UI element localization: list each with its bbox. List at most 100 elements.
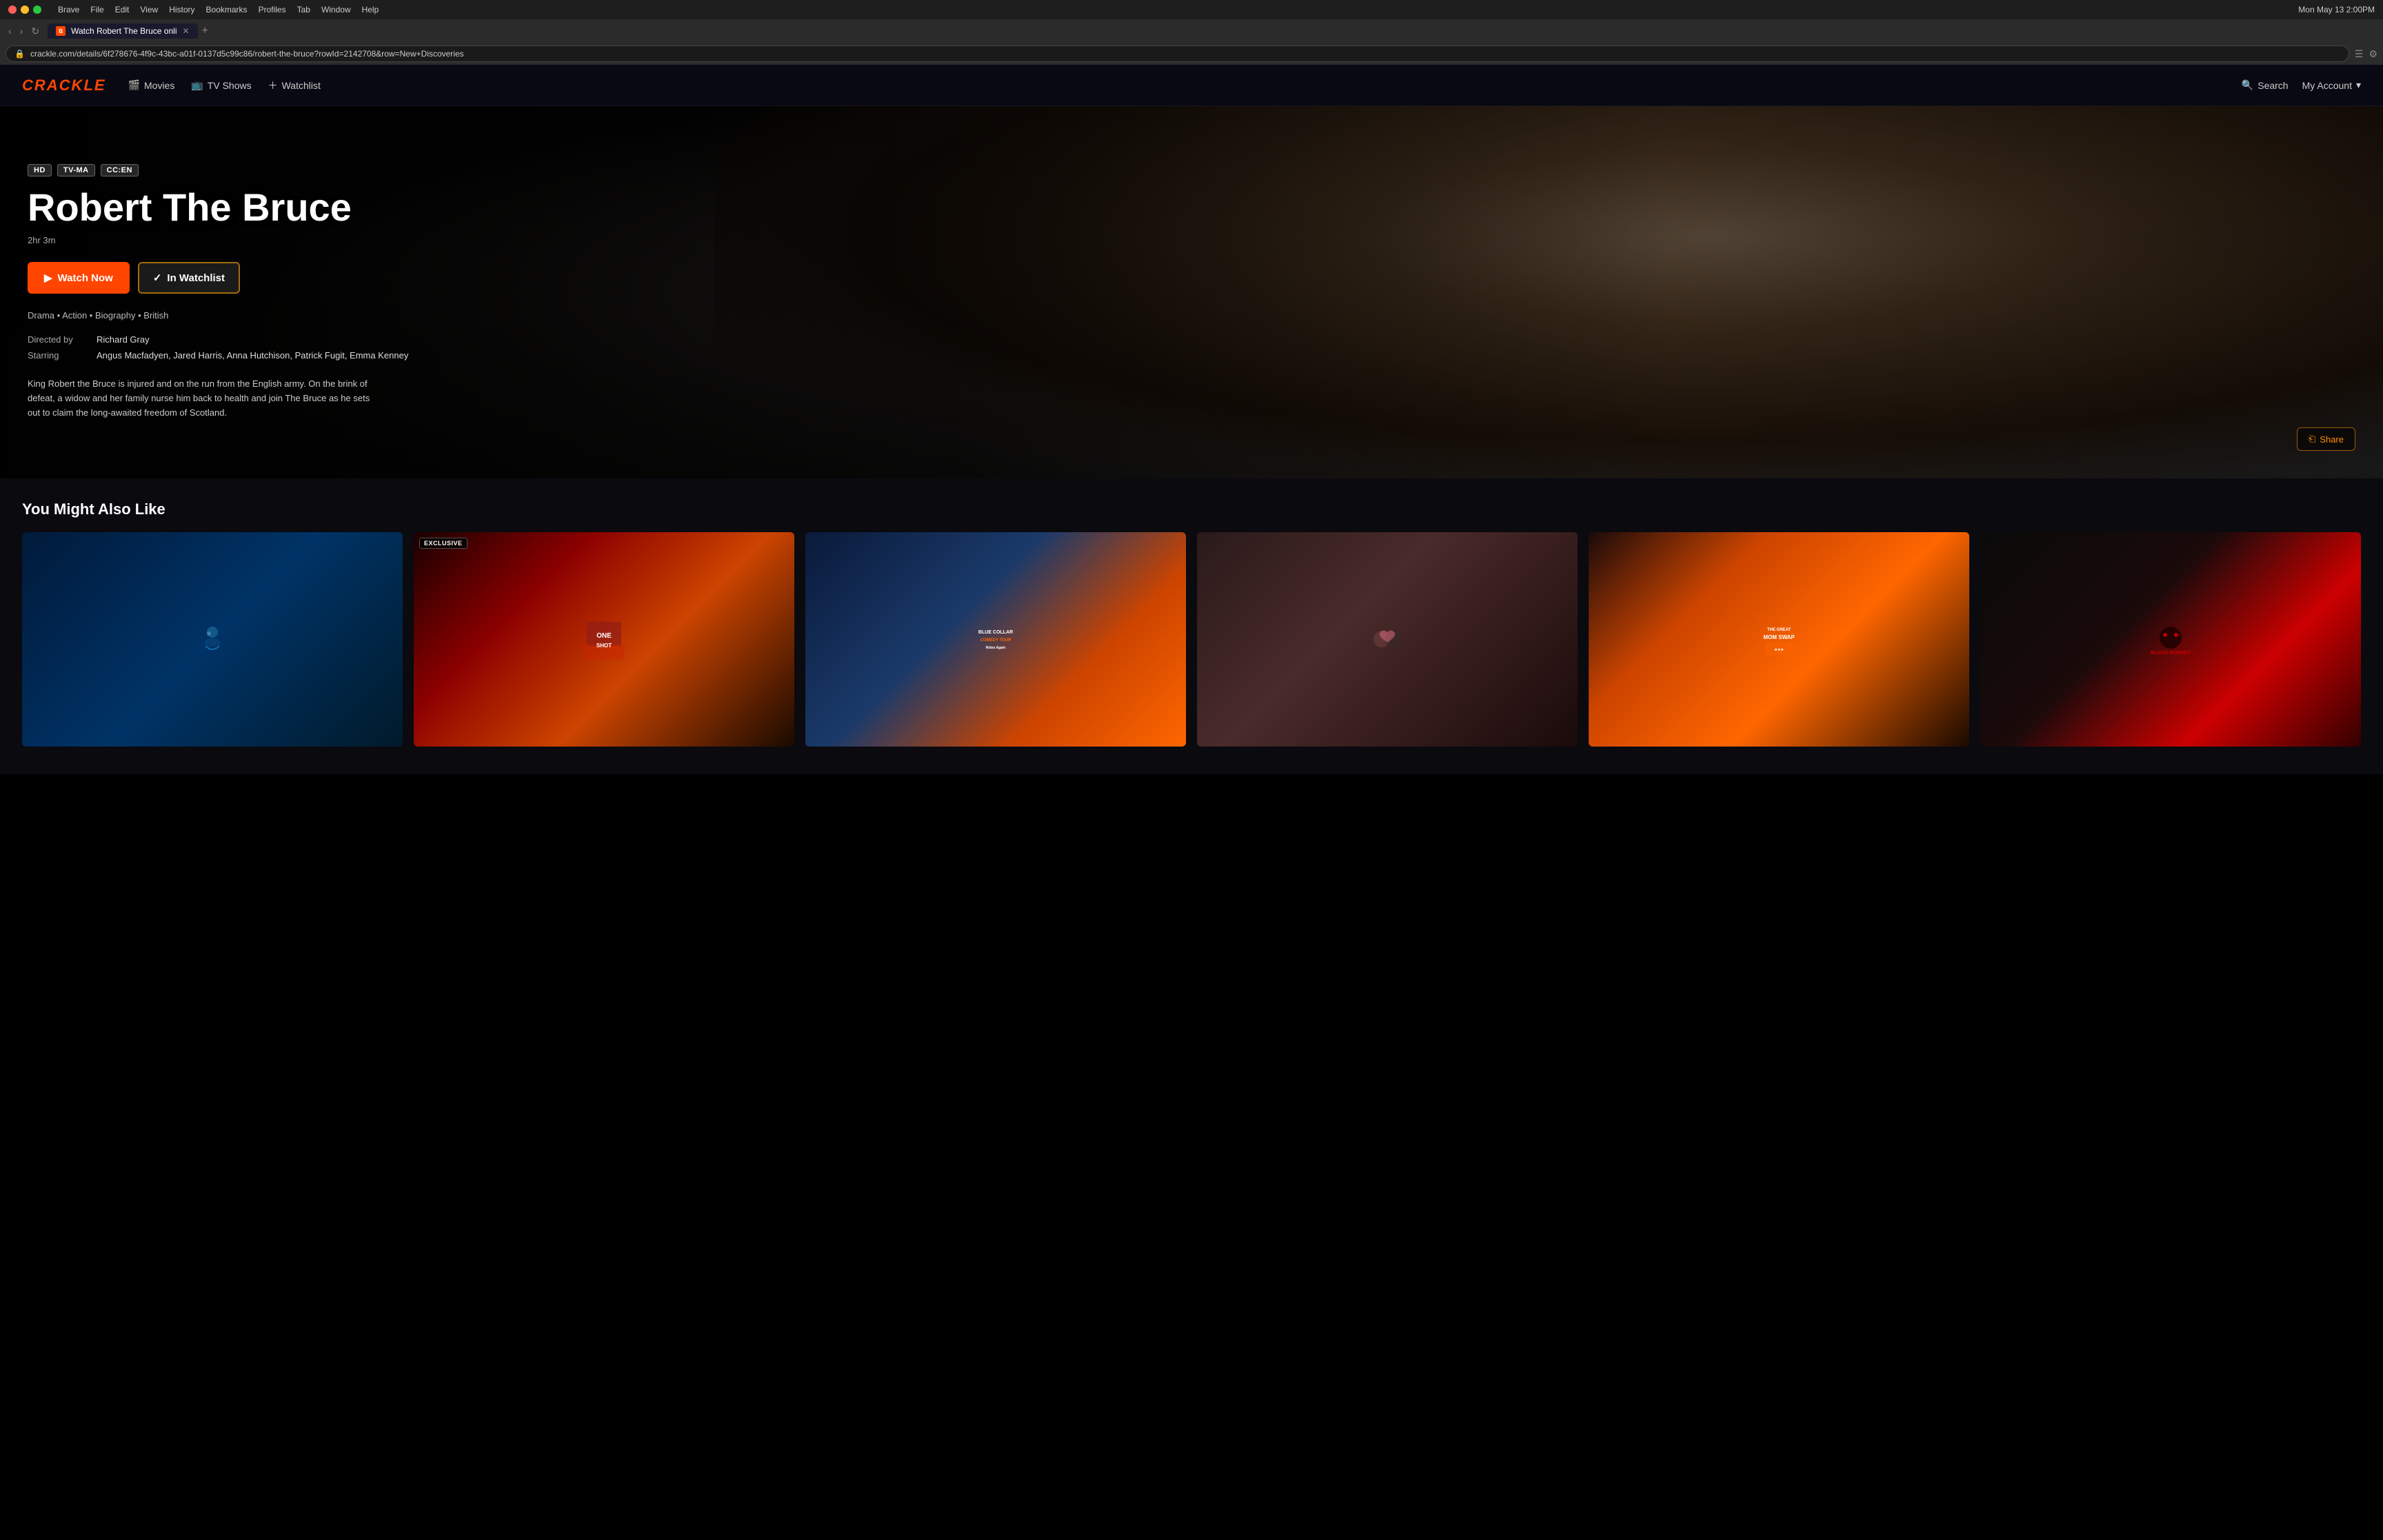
hero-buttons: ▶ Watch Now ✓ In Watchlist	[28, 262, 1283, 294]
menu-window[interactable]: Window	[321, 5, 351, 14]
card-image-4	[1197, 532, 1578, 747]
url-display[interactable]: crackle.com/details/6f278676-4f9c-43bc-a…	[30, 49, 2340, 59]
movie-card-1[interactable]	[22, 532, 403, 747]
address-bar[interactable]: 🔒 crackle.com/details/6f278676-4f9c-43bc…	[6, 45, 2349, 62]
card-image-3: BLUE COLLAR COMEDY TOUR Rides Again	[805, 532, 1186, 747]
menu-history[interactable]: History	[169, 5, 194, 14]
starring-label: Starring	[28, 350, 97, 361]
movie-card-6[interactable]: BLOOD MONKEY	[1980, 532, 2361, 747]
tab-close-icon[interactable]: ✕	[182, 26, 189, 36]
romance-thumbnail	[1367, 618, 1408, 660]
lock-icon: 🔒	[14, 49, 25, 59]
back-button[interactable]: ‹	[6, 24, 14, 39]
starring-row: Starring Angus Macfadyen, Jared Harris, …	[28, 350, 1283, 361]
crackle-logo[interactable]: CRACKLE	[22, 77, 106, 94]
search-button[interactable]: 🔍 Search	[2242, 79, 2289, 91]
tab-title: Watch Robert The Bruce onli	[71, 26, 177, 36]
watchlist-label: Watchlist	[282, 80, 321, 91]
share-button[interactable]: ⎗ Share	[2297, 427, 2355, 451]
header-left: CRACKLE 🎬 Movies 📺 TV Shows ＋ Watchlist	[22, 77, 321, 94]
menu-tab[interactable]: Tab	[297, 5, 310, 14]
tv-icon: 📺	[191, 79, 203, 91]
movie-card-4[interactable]	[1197, 532, 1578, 747]
movies-row: EXCLUSIVE ONE SHOT BLUE COLLAR COMEDY TO…	[22, 532, 2361, 747]
menu-help[interactable]: Help	[362, 5, 379, 14]
movie-duration: 2hr 3m	[28, 235, 1283, 245]
titlebar: Brave File Edit View History Bookmarks P…	[0, 0, 2383, 19]
movie-card-2[interactable]: EXCLUSIVE ONE SHOT	[414, 532, 794, 747]
nav-watchlist[interactable]: ＋ Watchlist	[268, 79, 321, 92]
content-badges: HD TV-MA CC:EN	[28, 164, 1283, 176]
watch-now-label: Watch Now	[58, 272, 113, 284]
active-tab[interactable]: B Watch Robert The Bruce onli ✕	[48, 23, 197, 39]
browser-actions[interactable]: ☰ ⚙	[2355, 48, 2377, 60]
movies-label: Movies	[144, 80, 174, 91]
movie-meta: Directed by Richard Gray Starring Angus …	[28, 334, 1283, 366]
close-button[interactable]	[8, 6, 17, 14]
site-header: CRACKLE 🎬 Movies 📺 TV Shows ＋ Watchlist …	[0, 65, 2383, 106]
movie-genres: Drama • Action • Biography • British	[28, 310, 1283, 321]
forward-button[interactable]: ›	[17, 24, 26, 39]
bookmarks-icon[interactable]: ☰	[2355, 48, 2364, 60]
browser-tabs: B Watch Robert The Bruce onli ✕ +	[48, 23, 211, 39]
search-icon: 🔍	[2242, 79, 2253, 91]
reload-button[interactable]: ↻	[28, 24, 42, 39]
play-icon: ▶	[44, 272, 52, 284]
svg-text:MOM SWAP: MOM SWAP	[1763, 634, 1795, 640]
directed-by-label: Directed by	[28, 334, 97, 345]
exclusive-badge: EXCLUSIVE	[419, 538, 467, 549]
menu-view[interactable]: View	[140, 5, 158, 14]
datetime-display: Mon May 13 2:00PM	[2298, 5, 2375, 14]
watch-now-button[interactable]: ▶ Watch Now	[28, 262, 130, 294]
menu-bookmarks[interactable]: Bookmarks	[206, 5, 248, 14]
nav-buttons[interactable]: ‹ › ↻	[6, 24, 42, 39]
maximize-button[interactable]	[33, 6, 41, 14]
menu-file[interactable]: File	[90, 5, 103, 14]
nav-movies[interactable]: 🎬 Movies	[128, 79, 175, 91]
header-right: 🔍 Search My Account ▾	[2242, 79, 2361, 91]
hero-section: HD TV-MA CC:EN Robert The Bruce 2hr 3m ▶…	[0, 106, 2383, 478]
card-image-6: BLOOD MONKEY	[1980, 532, 2361, 747]
menu-edit[interactable]: Edit	[115, 5, 130, 14]
titlebar-right: Mon May 13 2:00PM	[2298, 5, 2375, 14]
movie-card-5[interactable]: THE GREAT MOM SWAP ★★★	[1589, 532, 1969, 747]
tab-favicon: B	[56, 26, 66, 36]
in-watchlist-button[interactable]: ✓ In Watchlist	[138, 262, 240, 294]
search-label: Search	[2258, 80, 2288, 91]
movie-description: King Robert the Bruce is injured and on …	[28, 377, 372, 420]
address-bar-row: 🔒 crackle.com/details/6f278676-4f9c-43bc…	[0, 43, 2383, 65]
card-image-2: EXCLUSIVE ONE SHOT	[414, 532, 794, 747]
my-account-button[interactable]: My Account ▾	[2302, 79, 2361, 91]
blue-collar-thumbnail: BLUE COLLAR COMEDY TOUR Rides Again	[975, 618, 1016, 660]
mom-swap-thumbnail: THE GREAT MOM SWAP ★★★	[1758, 618, 1800, 660]
menu-brave[interactable]: Brave	[58, 5, 79, 14]
svg-text:Rides Again: Rides Again	[986, 646, 1006, 650]
extensions-icon[interactable]: ⚙	[2369, 48, 2377, 60]
in-watchlist-label: In Watchlist	[167, 272, 225, 284]
chevron-down-icon: ▾	[2356, 79, 2361, 91]
hero-content: HD TV-MA CC:EN Robert The Bruce 2hr 3m ▶…	[0, 106, 1311, 478]
svg-text:SHOT: SHOT	[596, 642, 612, 649]
menu-profiles[interactable]: Profiles	[259, 5, 286, 14]
director-value: Richard Gray	[97, 334, 150, 345]
svg-text:COMEDY TOUR: COMEDY TOUR	[981, 638, 1012, 642]
recommendations-section: You Might Also Like EXCLUSIVE ONE	[0, 478, 2383, 774]
plus-icon: ＋	[268, 79, 278, 92]
minimize-button[interactable]	[21, 6, 29, 14]
svg-text:ONE: ONE	[596, 632, 612, 640]
nav-tvshows[interactable]: 📺 TV Shows	[191, 79, 251, 91]
share-label: Share	[2320, 434, 2344, 445]
svg-text:★★★: ★★★	[1774, 648, 1784, 652]
blood-monkey-thumbnail: BLOOD MONKEY	[2150, 618, 2191, 660]
svg-text:BLOOD MONKEY: BLOOD MONKEY	[2151, 651, 2191, 656]
recommendations-title: You Might Also Like	[22, 500, 2361, 518]
movies-icon: 🎬	[128, 79, 140, 91]
tab-bar: ‹ › ↻ B Watch Robert The Bruce onli ✕ +	[0, 19, 2383, 43]
movie-card-3[interactable]: BLUE COLLAR COMEDY TOUR Rides Again	[805, 532, 1186, 747]
share-icon: ⎗	[2309, 434, 2315, 445]
svg-text:BLUE COLLAR: BLUE COLLAR	[978, 630, 1013, 635]
window-controls[interactable]	[8, 6, 41, 14]
badge-rating: TV-MA	[57, 164, 95, 176]
new-tab-button[interactable]: +	[199, 25, 211, 37]
movie-title: Robert The Bruce	[28, 188, 1283, 228]
